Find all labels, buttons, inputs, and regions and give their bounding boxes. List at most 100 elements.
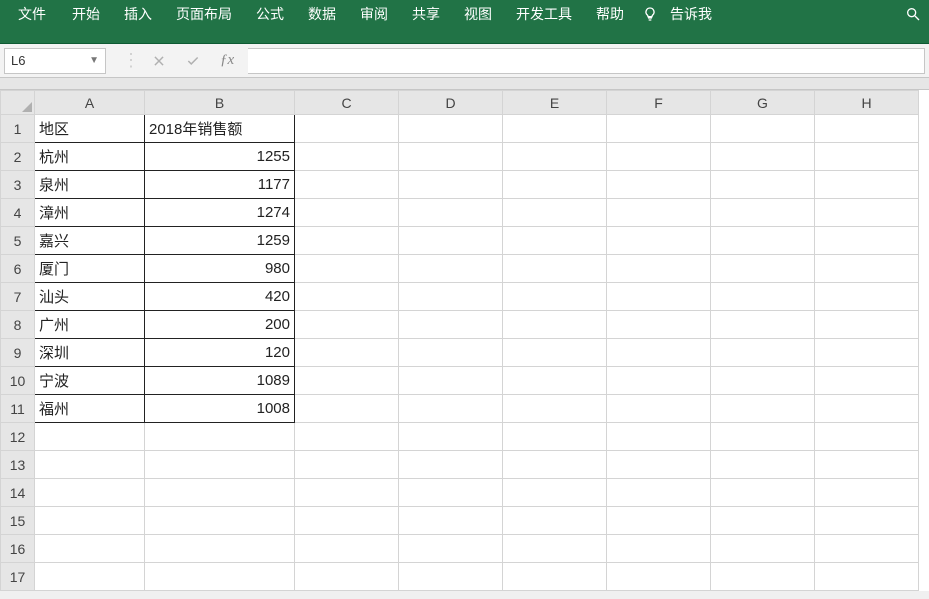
- chevron-down-icon[interactable]: ▼: [89, 55, 99, 66]
- cell-D17[interactable]: [399, 563, 503, 591]
- ribbon-file[interactable]: 文件: [4, 0, 60, 28]
- cell-E14[interactable]: [503, 479, 607, 507]
- cell-G13[interactable]: [711, 451, 815, 479]
- cell-H1[interactable]: [815, 115, 919, 143]
- cell-C13[interactable]: [295, 451, 399, 479]
- cell-F13[interactable]: [607, 451, 711, 479]
- cell-D15[interactable]: [399, 507, 503, 535]
- cell-F14[interactable]: [607, 479, 711, 507]
- row-header[interactable]: 14: [1, 479, 35, 507]
- cell-B3[interactable]: 1177: [145, 171, 295, 199]
- cell-F7[interactable]: [607, 283, 711, 311]
- cell-G12[interactable]: [711, 423, 815, 451]
- cell-B9[interactable]: 120: [145, 339, 295, 367]
- cell-D9[interactable]: [399, 339, 503, 367]
- cell-B4[interactable]: 1274: [145, 199, 295, 227]
- col-header-A[interactable]: A: [35, 91, 145, 115]
- cell-E11[interactable]: [503, 395, 607, 423]
- cell-G14[interactable]: [711, 479, 815, 507]
- cell-B7[interactable]: 420: [145, 283, 295, 311]
- ribbon-tab-pagelayout[interactable]: 页面布局: [164, 0, 244, 28]
- cell-C11[interactable]: [295, 395, 399, 423]
- cell-A5[interactable]: 嘉兴: [35, 227, 145, 255]
- cell-F5[interactable]: [607, 227, 711, 255]
- cell-G8[interactable]: [711, 311, 815, 339]
- cell-H6[interactable]: [815, 255, 919, 283]
- cell-G1[interactable]: [711, 115, 815, 143]
- cell-D13[interactable]: [399, 451, 503, 479]
- ribbon-tab-review[interactable]: 审阅: [348, 0, 400, 28]
- cell-B12[interactable]: [145, 423, 295, 451]
- cell-B10[interactable]: 1089: [145, 367, 295, 395]
- cell-E9[interactable]: [503, 339, 607, 367]
- ribbon-tab-home[interactable]: 开始: [60, 0, 112, 28]
- cell-G17[interactable]: [711, 563, 815, 591]
- cell-F6[interactable]: [607, 255, 711, 283]
- cell-F1[interactable]: [607, 115, 711, 143]
- row-header[interactable]: 16: [1, 535, 35, 563]
- cell-F10[interactable]: [607, 367, 711, 395]
- cell-D11[interactable]: [399, 395, 503, 423]
- cell-E12[interactable]: [503, 423, 607, 451]
- cell-A8[interactable]: 广州: [35, 311, 145, 339]
- cell-A13[interactable]: [35, 451, 145, 479]
- cell-D14[interactable]: [399, 479, 503, 507]
- cell-H2[interactable]: [815, 143, 919, 171]
- cell-E7[interactable]: [503, 283, 607, 311]
- cell-E17[interactable]: [503, 563, 607, 591]
- cell-A9[interactable]: 深圳: [35, 339, 145, 367]
- cell-C8[interactable]: [295, 311, 399, 339]
- cell-A14[interactable]: [35, 479, 145, 507]
- cell-C3[interactable]: [295, 171, 399, 199]
- cell-G2[interactable]: [711, 143, 815, 171]
- cell-A4[interactable]: 漳州: [35, 199, 145, 227]
- cell-H12[interactable]: [815, 423, 919, 451]
- cell-E10[interactable]: [503, 367, 607, 395]
- cell-B16[interactable]: [145, 535, 295, 563]
- cell-H17[interactable]: [815, 563, 919, 591]
- row-header[interactable]: 15: [1, 507, 35, 535]
- search-icon[interactable]: [905, 6, 925, 22]
- cell-B6[interactable]: 980: [145, 255, 295, 283]
- tell-me-search[interactable]: 告诉我: [662, 0, 720, 28]
- cell-B1[interactable]: 2018年销售额: [145, 115, 295, 143]
- cell-F16[interactable]: [607, 535, 711, 563]
- cell-G9[interactable]: [711, 339, 815, 367]
- cell-H3[interactable]: [815, 171, 919, 199]
- cell-A12[interactable]: [35, 423, 145, 451]
- cancel-icon[interactable]: [152, 54, 166, 68]
- cell-E6[interactable]: [503, 255, 607, 283]
- cell-A6[interactable]: 厦门: [35, 255, 145, 283]
- cell-G4[interactable]: [711, 199, 815, 227]
- row-header[interactable]: 7: [1, 283, 35, 311]
- row-header[interactable]: 17: [1, 563, 35, 591]
- cell-B2[interactable]: 1255: [145, 143, 295, 171]
- cell-E15[interactable]: [503, 507, 607, 535]
- cell-B5[interactable]: 1259: [145, 227, 295, 255]
- col-header-H[interactable]: H: [815, 91, 919, 115]
- enter-icon[interactable]: [184, 54, 202, 68]
- name-box[interactable]: L6 ▼: [4, 48, 106, 74]
- cell-H15[interactable]: [815, 507, 919, 535]
- cell-G16[interactable]: [711, 535, 815, 563]
- cell-G6[interactable]: [711, 255, 815, 283]
- cell-A11[interactable]: 福州: [35, 395, 145, 423]
- cell-H13[interactable]: [815, 451, 919, 479]
- col-header-B[interactable]: B: [145, 91, 295, 115]
- cell-D7[interactable]: [399, 283, 503, 311]
- cell-E16[interactable]: [503, 535, 607, 563]
- cell-F3[interactable]: [607, 171, 711, 199]
- cell-G7[interactable]: [711, 283, 815, 311]
- cell-G11[interactable]: [711, 395, 815, 423]
- cell-B14[interactable]: [145, 479, 295, 507]
- cell-A16[interactable]: [35, 535, 145, 563]
- row-header[interactable]: 9: [1, 339, 35, 367]
- formula-input[interactable]: [248, 48, 925, 74]
- cell-D3[interactable]: [399, 171, 503, 199]
- col-header-D[interactable]: D: [399, 91, 503, 115]
- cell-D6[interactable]: [399, 255, 503, 283]
- cell-H8[interactable]: [815, 311, 919, 339]
- cell-A3[interactable]: 泉州: [35, 171, 145, 199]
- cell-E3[interactable]: [503, 171, 607, 199]
- row-header[interactable]: 10: [1, 367, 35, 395]
